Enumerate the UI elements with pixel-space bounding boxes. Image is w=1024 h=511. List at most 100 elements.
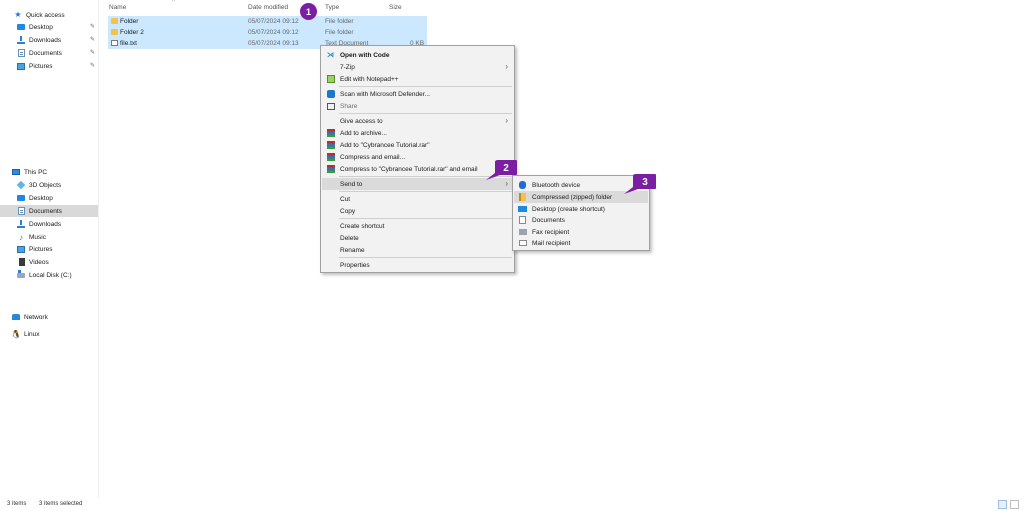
step-number: 2: [503, 163, 509, 174]
file-name: Folder 2: [120, 29, 144, 36]
step-badge-1: 1: [300, 3, 317, 20]
menu-label: Compress to "Cybrancee Tutorial.rar" and…: [340, 165, 478, 173]
menu-create-shortcut[interactable]: Create shortcut: [322, 220, 513, 232]
column-header-name[interactable]: Name: [109, 4, 126, 11]
step-callout-2: 2: [486, 160, 517, 180]
menu-label: 7-Zip: [340, 63, 355, 71]
file-row[interactable]: Folder 05/07/2024 09:12 File folder: [108, 16, 427, 27]
file-date: 05/07/2024 09:12: [248, 18, 299, 25]
chevron-right-icon: ›: [505, 62, 508, 71]
nav-label: Videos: [29, 258, 49, 266]
nav-label: Local Disk (C:): [29, 271, 72, 279]
menu-open-with-code[interactable]: ⋊ Open with Code: [322, 49, 513, 61]
sendto-mail[interactable]: Mail recipient: [514, 237, 648, 249]
menu-copy[interactable]: Copy: [322, 205, 513, 217]
selection-count: 3 items selected: [39, 501, 83, 507]
menu-label: Cut: [340, 195, 351, 203]
menu-label: Add to archive...: [340, 129, 387, 137]
large-icons-view-button[interactable]: [1010, 500, 1019, 509]
column-header-date[interactable]: Date modified: [248, 4, 288, 11]
documents-icon: [518, 216, 527, 225]
text-file-icon: [111, 40, 118, 46]
nav-label: Desktop: [29, 23, 53, 31]
nav-quick-documents[interactable]: Documents ✎: [0, 47, 98, 59]
nav-quick-downloads[interactable]: Downloads ✎: [0, 34, 98, 46]
step-callout-3: 3: [624, 174, 656, 194]
linux-icon: 🐧: [11, 329, 21, 339]
nav-label: Documents: [29, 49, 62, 57]
menu-delete[interactable]: Delete: [322, 232, 513, 244]
menu-give-access[interactable]: Give access to ›: [322, 115, 513, 127]
pin-icon: ✎: [89, 50, 95, 56]
nav-documents[interactable]: Documents: [0, 205, 98, 217]
nav-pictures[interactable]: Pictures: [0, 243, 98, 255]
menu-cut[interactable]: Cut: [322, 193, 513, 205]
nav-label: Pictures: [29, 245, 53, 253]
nav-local-disk[interactable]: Local Disk (C:): [0, 269, 98, 281]
menu-label: Scan with Microsoft Defender...: [340, 90, 430, 98]
3d-objects-icon: [16, 180, 26, 190]
nav-quick-desktop[interactable]: Desktop ✎: [0, 21, 98, 33]
videos-icon: [17, 258, 25, 266]
menu-label: Properties: [340, 261, 370, 269]
documents-icon: [17, 207, 25, 215]
status-bar: 3 items 3 items selected: [0, 498, 1024, 511]
desktop-icon: [17, 194, 25, 202]
menu-add-archive[interactable]: Add to archive...: [322, 127, 513, 139]
nav-desktop[interactable]: Desktop: [0, 192, 98, 204]
sort-arrow-icon: ^: [172, 0, 175, 5]
nav-3d-objects[interactable]: 3D Objects: [0, 179, 98, 191]
disk-icon: [17, 269, 25, 279]
menu-add-rar[interactable]: Add to "Cybrancee Tutorial.rar": [322, 139, 513, 151]
nav-downloads[interactable]: Downloads: [0, 218, 98, 230]
column-header-size[interactable]: Size: [389, 4, 402, 11]
menu-7zip[interactable]: 7-Zip ›: [322, 61, 513, 73]
nav-label: Pictures: [29, 62, 53, 70]
pictures-icon: [17, 245, 25, 253]
winrar-icon: [326, 153, 335, 162]
pin-icon: ✎: [89, 24, 95, 30]
nav-linux[interactable]: 🐧 Linux: [0, 328, 98, 340]
details-view-button[interactable]: [998, 500, 1007, 509]
menu-label: Send to: [340, 180, 363, 188]
nav-this-pc[interactable]: This PC: [0, 166, 98, 178]
nav-label: Network: [24, 313, 48, 321]
nav-label: Desktop: [29, 194, 53, 202]
music-icon: ♪: [19, 232, 23, 242]
share-icon: [326, 102, 335, 111]
file-row[interactable]: Folder 2 05/07/2024 09:12 File folder: [108, 27, 427, 38]
menu-label: Compress and email...: [340, 153, 406, 161]
file-type: File folder: [325, 18, 354, 25]
computer-icon: [12, 168, 20, 176]
menu-scan-defender[interactable]: Scan with Microsoft Defender...: [322, 88, 513, 100]
menu-label: Desktop (create shortcut): [532, 205, 605, 213]
pictures-icon: [17, 62, 25, 70]
defender-icon: [326, 90, 335, 99]
nav-videos[interactable]: Videos: [0, 256, 98, 268]
menu-label: Edit with Notepad++: [340, 75, 399, 83]
menu-share[interactable]: Share: [322, 100, 513, 112]
desktop-icon: [17, 23, 25, 31]
menu-rename[interactable]: Rename: [322, 244, 513, 256]
nav-label: Quick access: [26, 11, 65, 19]
nav-network[interactable]: Network: [0, 311, 98, 323]
file-name: file.txt: [120, 40, 137, 47]
menu-label: Bluetooth device: [532, 181, 581, 189]
star-icon: ★: [14, 10, 22, 19]
nav-music[interactable]: ♪ Music: [0, 231, 98, 243]
menu-edit-notepad[interactable]: Edit with Notepad++: [322, 73, 513, 85]
nav-quick-pictures[interactable]: Pictures ✎: [0, 60, 98, 72]
bluetooth-icon: [518, 181, 527, 190]
chevron-right-icon: ›: [505, 116, 508, 125]
downloads-icon: [17, 36, 25, 44]
menu-properties[interactable]: Properties: [322, 259, 513, 271]
nav-quick-access[interactable]: ★ Quick access: [0, 9, 98, 21]
notepad-plus-icon: [326, 75, 335, 84]
column-header-type[interactable]: Type: [325, 4, 339, 11]
nav-label: Linux: [24, 330, 40, 338]
vscode-icon: ⋊: [327, 52, 334, 59]
nav-label: Documents: [29, 207, 62, 215]
winrar-icon: [326, 165, 335, 174]
sendto-documents[interactable]: Documents: [514, 214, 648, 226]
menu-label: Rename: [340, 246, 365, 254]
